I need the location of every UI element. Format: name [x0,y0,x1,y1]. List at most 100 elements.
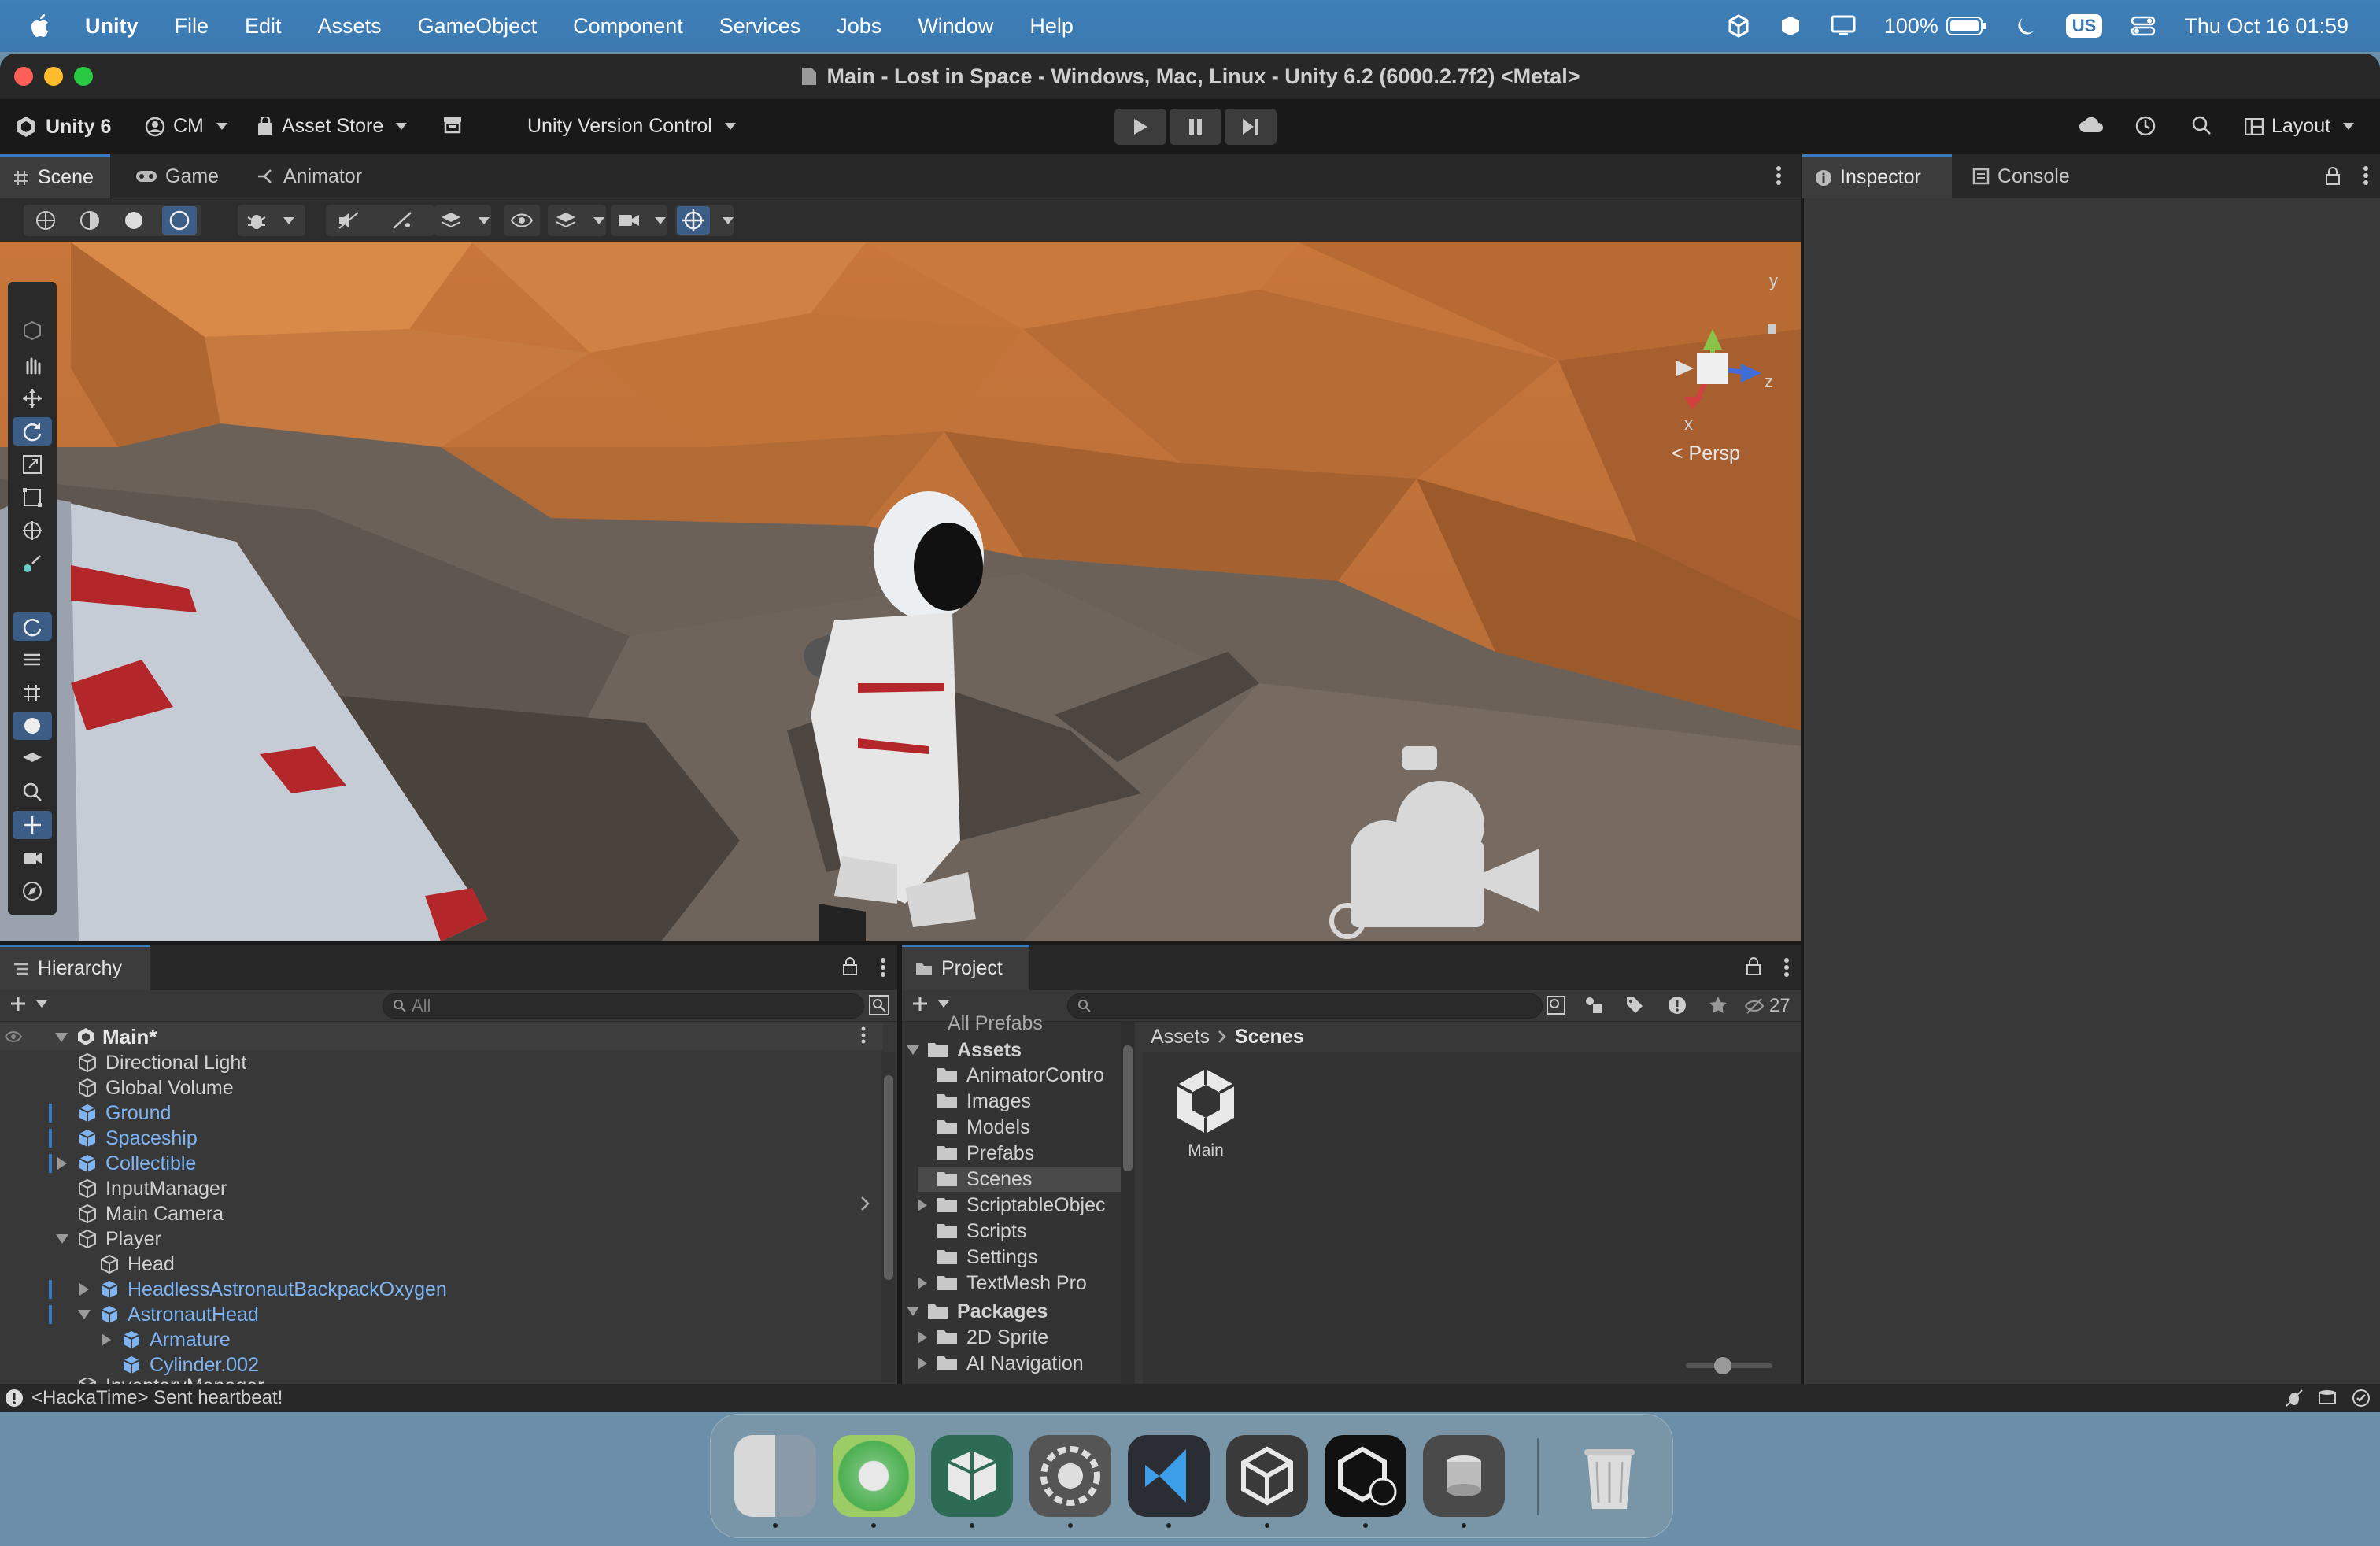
hierarchy-item[interactable]: InputManager [55,1176,227,1201]
tab-animator[interactable]: Animator [244,154,375,198]
close-window-button[interactable] [14,67,33,86]
expand-arrow[interactable] [78,1310,91,1319]
scrollbar-thumb[interactable] [1123,1045,1133,1171]
lock-icon[interactable] [2325,167,2341,186]
expand-arrow[interactable] [907,1307,919,1316]
package-folder[interactable]: AI Navigation [918,1351,1084,1376]
wireframe-icon[interactable] [79,209,101,231]
expand-arrow[interactable] [55,1033,68,1042]
folder-tree-scrollbar[interactable] [1121,1022,1135,1385]
zoom-window-button[interactable] [74,67,93,86]
project-folder[interactable]: ScriptableObjec [918,1193,1105,1218]
cloud-button[interactable] [2078,115,2105,134]
projection-toggle[interactable]: < Persp [1672,442,1740,465]
hierarchy-item[interactable]: Cylinder.002 [99,1352,259,1378]
filter-by-type-icon[interactable] [1584,995,1604,1015]
scene-menu-icon[interactable] [861,1026,866,1044]
debug-draw-dropdown[interactable] [238,205,305,236]
status-bar[interactable]: <HackaTime> Sent heartbeat! [0,1384,2380,1412]
minimize-window-button[interactable] [44,67,63,86]
align-tool-icon[interactable] [13,645,52,674]
tab-hierarchy[interactable]: Hierarchy [0,945,150,990]
scene-visibility-dropdown[interactable] [434,205,491,236]
hierarchy-item[interactable]: Global Volume [55,1075,234,1100]
box-status-icon[interactable] [1779,14,1802,38]
system-settings-icon[interactable] [1029,1435,1111,1517]
lock-icon[interactable] [842,957,858,976]
menu-window[interactable]: Window [918,14,993,39]
hidden-objects-toggle[interactable] [504,205,540,236]
scrollbar-thumb[interactable] [884,1075,893,1280]
search-button[interactable] [2191,115,2212,135]
hierarchy-item[interactable]: Armature [99,1327,231,1352]
project-folder[interactable]: Images [918,1089,1031,1114]
scale-tool-icon[interactable] [13,450,52,479]
project-folder[interactable]: AnimatorContro [918,1063,1104,1088]
hierarchy-item[interactable]: Collectible [55,1151,196,1176]
focus-moon-icon[interactable] [2016,15,2038,37]
menu-help[interactable]: Help [1029,14,1074,39]
favorites-all-prefabs-partial[interactable]: All Prefabs [948,1014,1043,1033]
tab-console[interactable]: Console [1960,154,2082,198]
layers-dropdown[interactable] [548,205,606,236]
expand-arrow[interactable] [918,1357,927,1370]
disk-utility-icon[interactable] [1423,1435,1505,1517]
display-icon[interactable] [1831,15,1856,37]
asset-scene-main[interactable]: Main [1166,1066,1245,1160]
play-button[interactable] [1114,109,1166,145]
pivot-rotation-icon[interactable] [13,612,52,641]
custom-tool-icon[interactable] [13,549,52,578]
trash-icon[interactable] [1569,1435,1650,1517]
breadcrumb-scenes[interactable]: Scenes [1235,1026,1304,1049]
check-circle-icon[interactable] [2352,1389,2371,1407]
control-center-icon[interactable] [2131,15,2156,37]
pan-snap-icon[interactable] [13,811,52,839]
grid-snap-icon[interactable] [13,679,52,707]
expand-arrow[interactable] [918,1277,927,1289]
account-dropdown[interactable]: CM [145,115,227,138]
unity-hub-icon[interactable] [1226,1435,1308,1517]
project-folder[interactable]: TextMesh Pro [918,1270,1087,1296]
hierarchy-item[interactable]: Directional Light [55,1050,246,1075]
transform-tool-icon[interactable] [13,516,52,545]
menu-component[interactable]: Component [573,14,683,39]
gizmos-dropdown[interactable] [675,205,734,236]
menu-edit[interactable]: Edit [245,14,282,39]
icon-size-slider[interactable] [1686,1357,1772,1374]
expand-arrow[interactable] [918,1331,927,1344]
battery-status[interactable]: 100% [1884,14,1987,39]
tab-game[interactable]: Game [123,154,231,198]
warning-filter-icon[interactable] [1667,995,1687,1015]
folder-packages[interactable]: Packages [907,1299,1048,1324]
hierarchy-item[interactable]: Main Camera [55,1201,224,1226]
expand-arrow[interactable] [102,1333,111,1346]
visibility-eye-icon[interactable] [5,1030,22,1044]
search-filter-icon[interactable] [867,993,891,1017]
pause-button[interactable] [1170,109,1221,145]
menu-app-name[interactable]: Unity [85,14,139,39]
project-folder[interactable]: Scripts [918,1219,1026,1244]
lock-icon[interactable] [1746,957,1761,976]
input-source-badge[interactable]: US [2065,14,2103,38]
version-control-dropdown[interactable]: Unity Version Control [527,115,736,138]
chevron-right-icon[interactable] [859,1195,870,1212]
folder-assets[interactable]: Assets [907,1037,1022,1063]
tab-scene[interactable]: Scene [0,154,110,198]
sphere-tool-icon[interactable] [13,712,52,740]
lit-mode-icon[interactable] [162,206,197,235]
hierarchy-item[interactable]: Head [77,1252,175,1277]
undo-history-button[interactable] [2134,115,2156,137]
project-folder[interactable]: Settings [918,1245,1037,1270]
menu-file[interactable]: File [175,14,209,39]
hierarchy-scrollbar[interactable] [881,1052,896,1382]
surface-snap-icon[interactable] [13,745,52,773]
project-folder[interactable]: Prefabs [918,1141,1034,1166]
scene-panel-menu-icon[interactable] [1776,165,1782,186]
shaded-icon[interactable] [123,209,145,231]
unity-account-menu[interactable]: Unity 6 [14,115,111,139]
expand-arrow[interactable] [918,1199,927,1211]
camera-preview-icon[interactable] [13,844,52,872]
effects-icon[interactable] [390,209,414,231]
hierarchy-search-input[interactable]: All [382,993,864,1019]
create-dropdown[interactable] [9,995,47,1012]
